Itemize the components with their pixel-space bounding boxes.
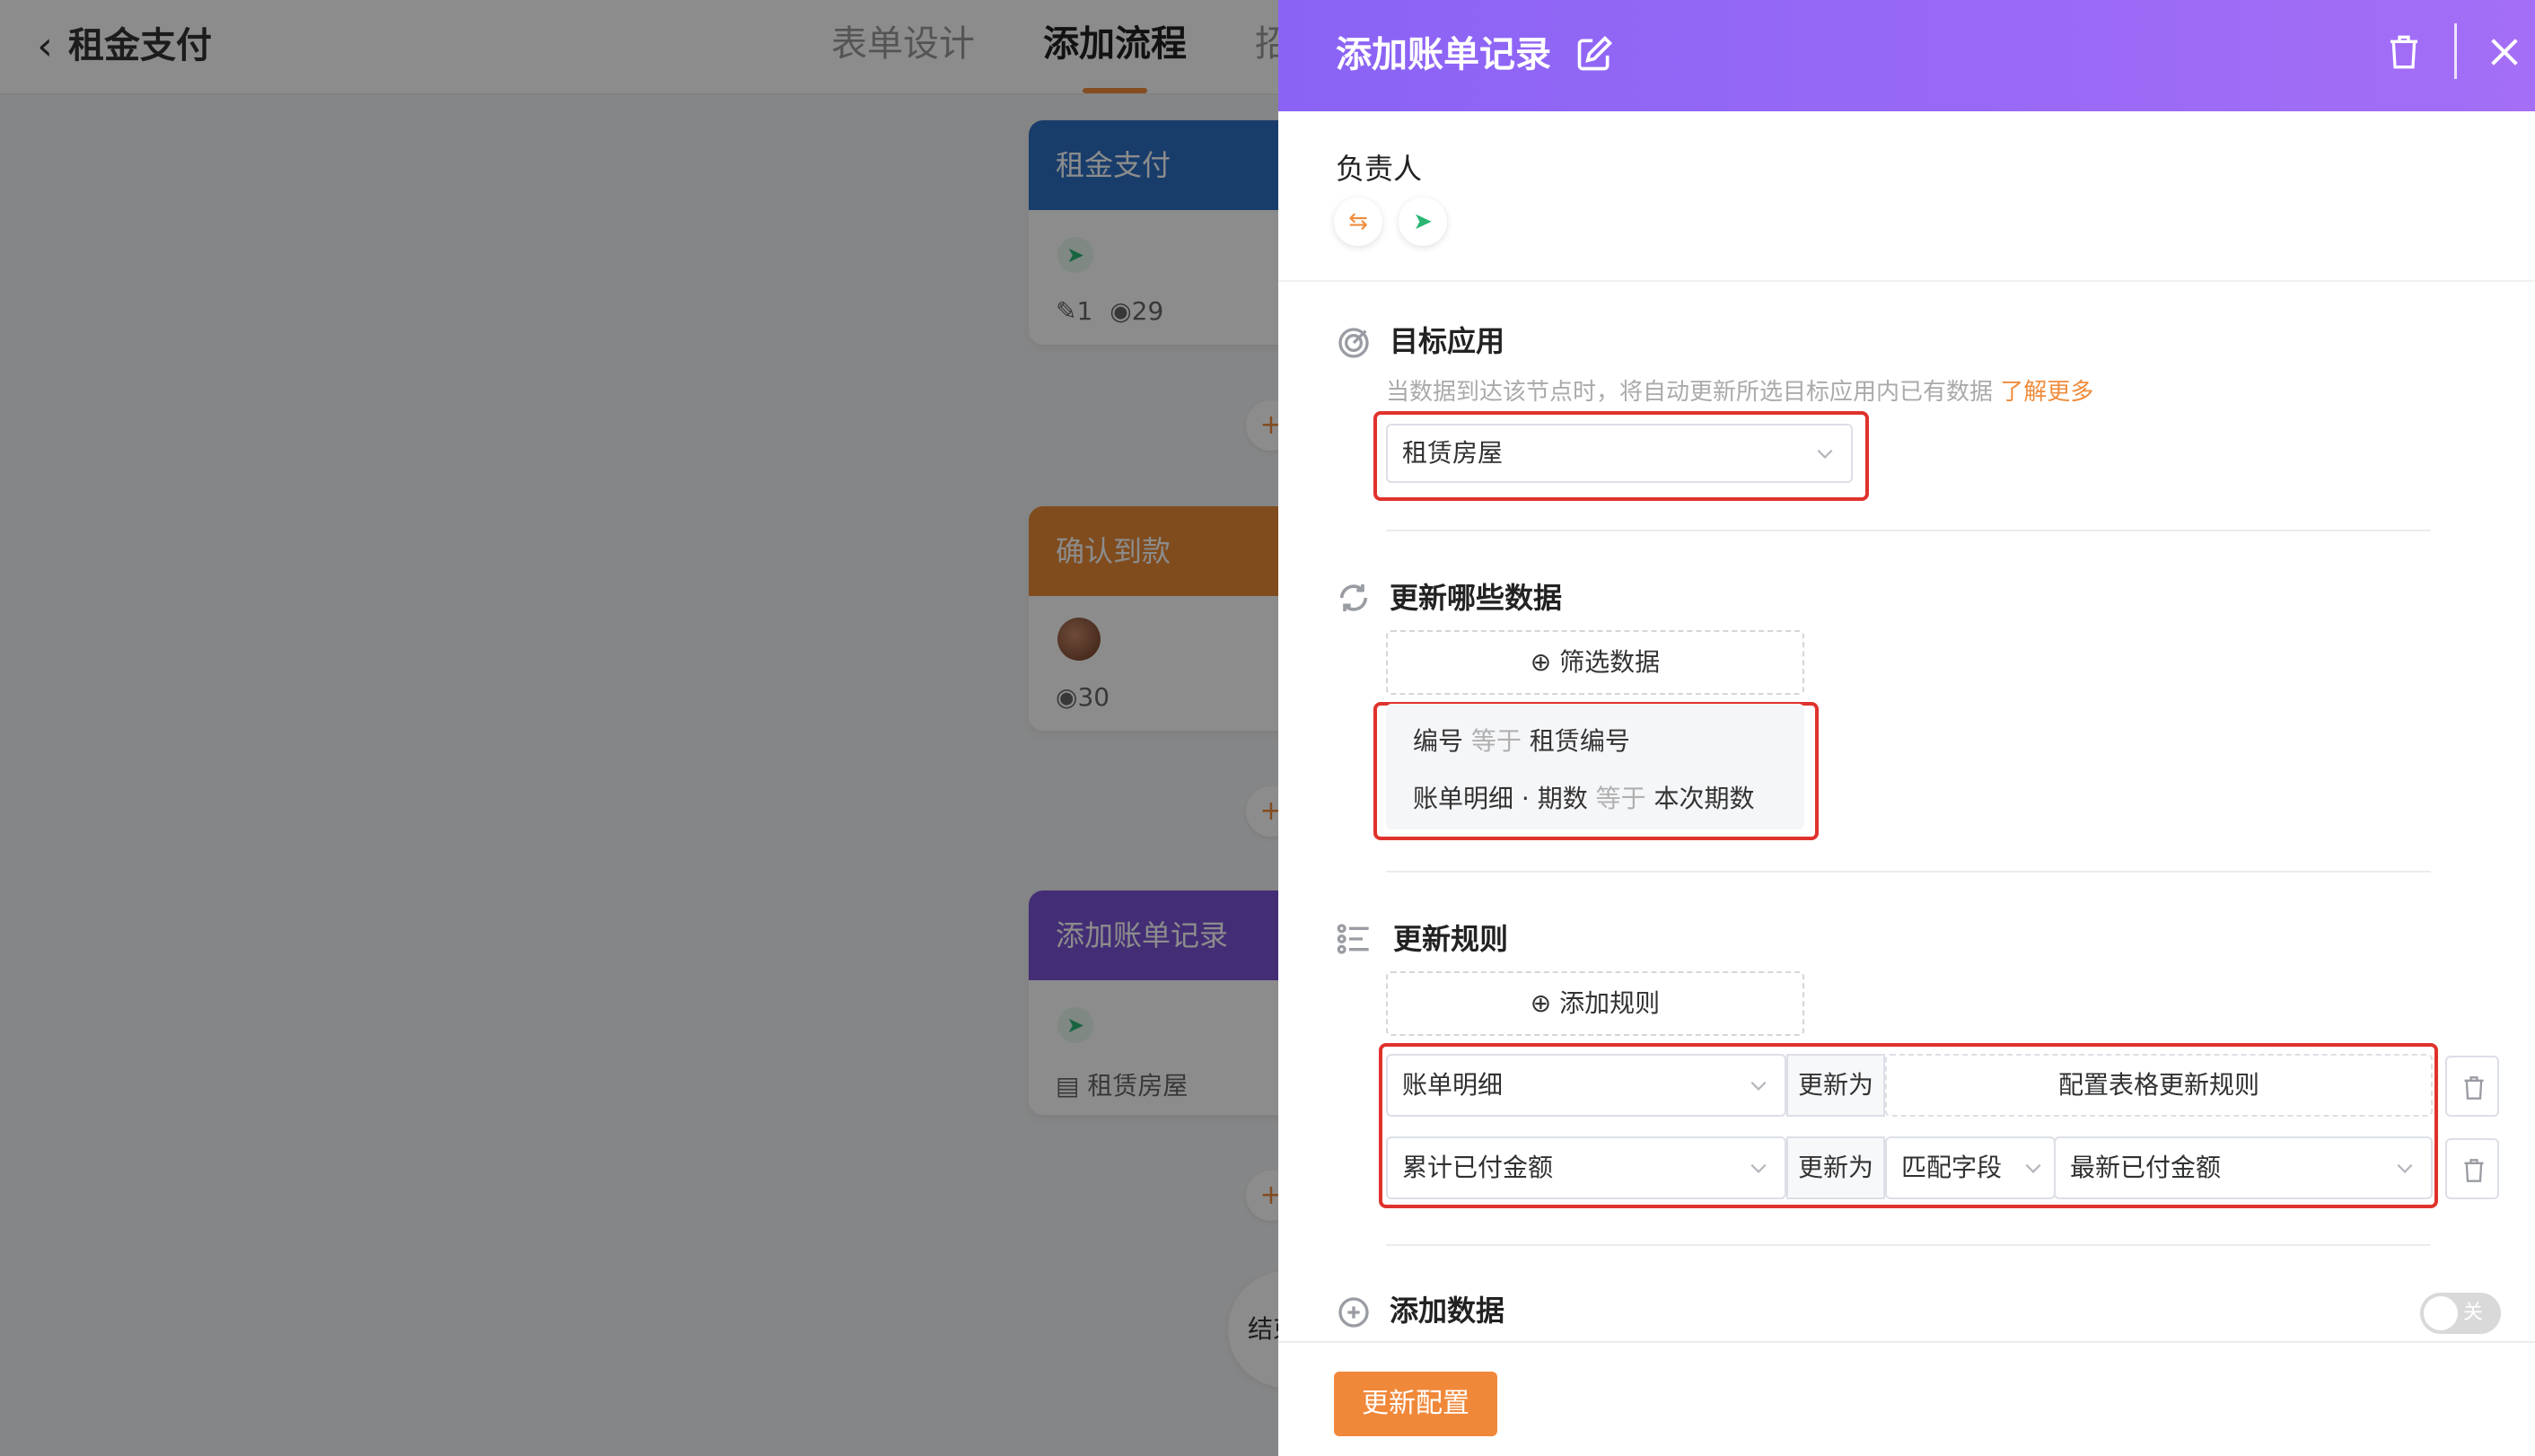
add-rule-button[interactable]: ⊕ 添加规则	[1386, 971, 1804, 1036]
delete-rule-button[interactable]	[2445, 1056, 2499, 1117]
source-field-select[interactable]: 最新已付金额	[2054, 1136, 2433, 1199]
footer-divider	[1278, 1341, 2535, 1343]
hint-text: 当数据到达该节点时，将自动更新所选目标应用内已有数据	[1386, 379, 1994, 406]
filter-data-button[interactable]: ⊕ 筛选数据	[1386, 630, 1804, 695]
rule-field-select[interactable]: 账单明细	[1386, 1054, 1786, 1117]
match-mode-select[interactable]: 匹配字段	[1885, 1136, 2056, 1199]
condition-operator: 等于	[1470, 726, 1522, 756]
edit-title-icon[interactable]	[1575, 34, 1614, 74]
delete-rule-button[interactable]	[2445, 1138, 2499, 1199]
chevron-down-icon	[2025, 1163, 2041, 1173]
toggle-knob	[2424, 1296, 2458, 1330]
update-config-button[interactable]: 更新配置	[1334, 1372, 1497, 1436]
close-icon[interactable]	[2487, 34, 2522, 70]
plus-circle-icon: ⊕	[1530, 988, 1552, 1018]
condition-value: 本次期数	[1653, 784, 1755, 813]
section-divider	[1278, 280, 2535, 282]
panel-title: 添加账单记录	[1336, 34, 1551, 75]
target-app-select[interactable]: 租赁房屋	[1386, 424, 1853, 483]
select-value: 租赁房屋	[1402, 438, 1504, 468]
owner-label: 负责人	[1336, 152, 1423, 186]
condition-value: 租赁编号	[1529, 726, 1630, 756]
chevron-down-icon	[1750, 1081, 1767, 1091]
panel-header: 添加账单记录	[1278, 0, 2535, 111]
filter-conditions: 编号 等于 租赁编号 账单明细 · 期数 等于 本次期数	[1386, 704, 1804, 829]
trash-icon	[2464, 1159, 2484, 1182]
update-data-title: 更新哪些数据	[1390, 581, 1563, 615]
plus-circle-icon: ⊕	[1530, 647, 1552, 677]
refresh-icon	[1339, 584, 1368, 611]
rule-field-select[interactable]: 累计已付金额	[1386, 1136, 1786, 1199]
update-to-label: 更新为	[1786, 1136, 1885, 1199]
update-rules-title: 更新规则	[1393, 922, 1509, 956]
app-page: ‹ 租金支付 表单设计 添加流程 招 租金支付 ➤ ✎1 ◉29 + 确认到款	[0, 0, 2535, 1456]
header-divider	[2454, 23, 2457, 79]
chevron-down-icon	[1817, 449, 1833, 459]
add-data-title: 添加数据	[1390, 1294, 1505, 1328]
condition-row[interactable]: 账单明细 · 期数 等于 本次期数	[1413, 781, 1755, 817]
select-value: 累计已付金额	[1402, 1153, 1554, 1182]
trash-icon	[2464, 1076, 2484, 1100]
learn-more-link[interactable]: 了解更多	[2000, 379, 2093, 406]
chevron-down-icon	[1750, 1163, 1767, 1173]
chevron-down-icon	[2397, 1163, 2413, 1173]
delete-node-icon[interactable]	[2386, 32, 2422, 72]
section-divider	[1386, 871, 2431, 873]
button-label: 添加规则	[1559, 988, 1661, 1018]
condition-operator: 等于	[1595, 784, 1646, 813]
select-value: 最新已付金额	[2070, 1153, 2222, 1182]
condition-field: 账单明细 · 期数	[1413, 784, 1588, 813]
target-app-title: 目标应用	[1390, 324, 1505, 358]
section-divider	[1386, 530, 2431, 531]
condition-row[interactable]: 编号 等于 租赁编号	[1413, 724, 1630, 759]
modal-overlay[interactable]	[0, 0, 1278, 1456]
plus-circle-icon	[1338, 1297, 1369, 1328]
select-value: 匹配字段	[1901, 1153, 2003, 1182]
select-value: 账单明细	[1402, 1070, 1504, 1100]
condition-field: 编号	[1413, 726, 1464, 756]
node-config-panel: 添加账单记录 负责人 ⇆ ➤ 目标应用 当数据到达该节点时，将自动更新所选目标应…	[1278, 0, 2535, 1456]
list-icon	[1337, 924, 1369, 954]
update-to-label: 更新为	[1786, 1054, 1885, 1117]
swap-icon[interactable]: ⇆	[1334, 197, 1382, 246]
configure-table-rule-button[interactable]: 配置表格更新规则	[1885, 1054, 2433, 1117]
section-divider	[1386, 1244, 2431, 1246]
send-icon[interactable]: ➤	[1399, 197, 1447, 246]
target-app-hint: 当数据到达该节点时，将自动更新所选目标应用内已有数据 了解更多	[1386, 375, 2093, 409]
button-label: 筛选数据	[1559, 647, 1661, 677]
add-data-toggle[interactable]: 关	[2420, 1293, 2501, 1334]
target-icon	[1338, 328, 1369, 358]
toggle-label: 关	[2463, 1302, 2484, 1324]
